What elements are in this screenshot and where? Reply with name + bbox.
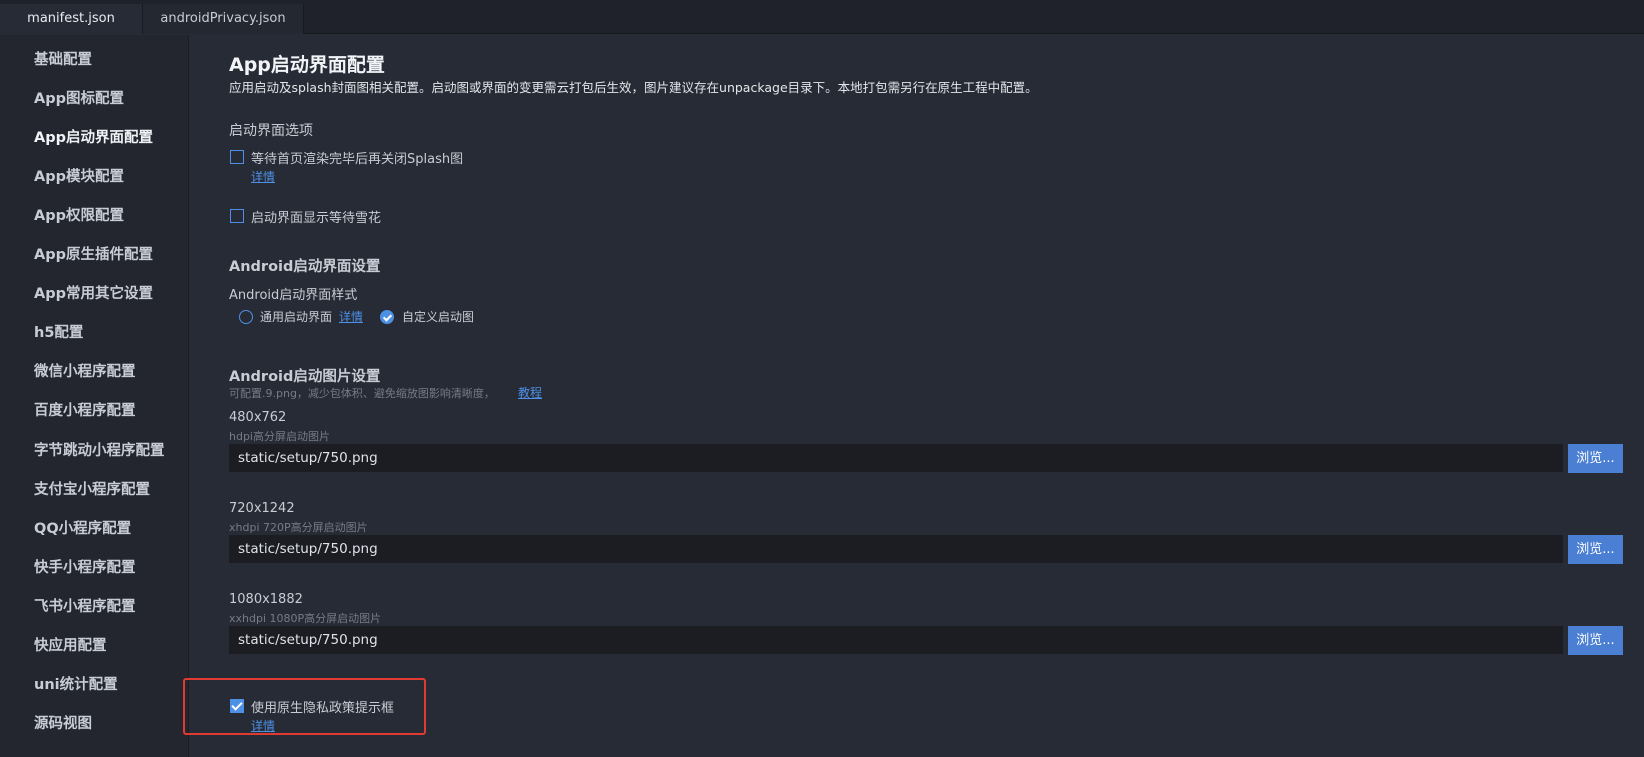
section-heading-android-splash: Android启动界面设置 (229, 259, 381, 275)
image-size-xxhdpi: 1080x1882 (229, 592, 303, 607)
sidebar-item-uni-stat[interactable]: uni统计配置 (34, 673, 118, 694)
section-heading-android-images: Android启动图片设置 (229, 369, 381, 385)
checkbox-native-privacy[interactable] (230, 699, 244, 713)
image-desc-hdpi: hdpi高分屏启动图片 (229, 430, 330, 443)
sidebar-item-h5[interactable]: h5配置 (34, 321, 83, 342)
label-generic-splash: 通用启动界面 (260, 310, 333, 324)
sidebar-item-qq[interactable]: QQ小程序配置 (34, 517, 131, 538)
sidebar-item-app-permissions[interactable]: App权限配置 (34, 204, 124, 225)
radio-generic-splash[interactable] (239, 310, 253, 324)
browse-button-xxhdpi[interactable]: 浏览... (1568, 626, 1623, 655)
link-native-privacy-detail[interactable]: 详情 (251, 717, 275, 734)
sidebar-item-app-modules[interactable]: App模块配置 (34, 165, 124, 186)
radio-custom-splash[interactable] (380, 310, 394, 324)
sidebar-item-weixin[interactable]: 微信小程序配置 (34, 360, 136, 381)
browse-button-hdpi[interactable]: 浏览... (1568, 444, 1623, 473)
sidebar-item-feishu[interactable]: 飞书小程序配置 (34, 595, 136, 616)
sidebar: 基础配置 App图标配置 App启动界面配置 App模块配置 App权限配置 A… (0, 35, 189, 757)
link-android-images-tutorial[interactable]: 教程 (518, 384, 542, 401)
sidebar-item-quickapp[interactable]: 快应用配置 (34, 634, 107, 655)
link-generic-splash-detail[interactable]: 详情 (339, 308, 363, 325)
sidebar-item-bytedance[interactable]: 字节跳动小程序配置 (34, 439, 165, 460)
page-description: 应用启动及splash封面图相关配置。启动图或界面的变更需云打包后生效，图片建议… (229, 80, 1038, 95)
sidebar-item-baidu[interactable]: 百度小程序配置 (34, 399, 136, 420)
editor-tab-bar: manifest.json androidPrivacy.json (0, 0, 1644, 34)
sidebar-item-alipay[interactable]: 支付宝小程序配置 (34, 478, 150, 499)
checkbox-wait-render[interactable] (230, 150, 244, 164)
tab-manifest-json[interactable]: manifest.json (0, 4, 142, 34)
label-wait-render: 等待首页渲染完毕后再关闭Splash图 (251, 152, 464, 167)
image-size-xhdpi: 720x1242 (229, 501, 295, 516)
tab-label: manifest.json (27, 11, 115, 26)
sidebar-item-app-other-settings[interactable]: App常用其它设置 (34, 282, 153, 303)
path-input-xhdpi[interactable] (229, 535, 1563, 563)
image-desc-xxhdpi: xxhdpi 1080P高分屏启动图片 (229, 612, 382, 625)
sidebar-item-app-icon[interactable]: App图标配置 (34, 87, 124, 108)
page-title: App启动界面配置 (229, 54, 385, 76)
checkbox-show-snowflake[interactable] (230, 209, 244, 223)
sidebar-item-source-view[interactable]: 源码视图 (34, 712, 92, 733)
link-wait-render-detail[interactable]: 详情 (251, 168, 275, 185)
label-show-snowflake: 启动界面显示等待雪花 (251, 211, 382, 226)
tab-label: androidPrivacy.json (160, 11, 286, 26)
image-size-hdpi: 480x762 (229, 410, 287, 425)
tab-android-privacy-json[interactable]: androidPrivacy.json (142, 4, 304, 34)
sidebar-item-app-native-plugins[interactable]: App原生插件配置 (34, 243, 153, 264)
sidebar-item-app-splash[interactable]: App启动界面配置 (34, 126, 153, 147)
browse-button-xhdpi[interactable]: 浏览... (1568, 535, 1623, 564)
path-input-hdpi[interactable] (229, 444, 1563, 472)
android-images-hint: 可配置.9.png，减少包体积、避免缩放图影响清晰度， (229, 387, 495, 400)
label-native-privacy: 使用原生隐私政策提示框 (251, 701, 395, 716)
sidebar-item-basic[interactable]: 基础配置 (34, 48, 92, 69)
sidebar-item-kuaishou[interactable]: 快手小程序配置 (34, 556, 136, 577)
path-input-xxhdpi[interactable] (229, 626, 1563, 654)
image-desc-xhdpi: xhdpi 720P高分屏启动图片 (229, 521, 368, 534)
label-custom-splash: 自定义启动图 (402, 310, 475, 324)
main-panel: App启动界面配置 应用启动及splash封面图相关配置。启动图或界面的变更需云… (183, 35, 1644, 757)
section-heading-splash-options: 启动界面选项 (229, 123, 313, 139)
label-android-splash-style: Android启动界面样式 (229, 288, 358, 303)
